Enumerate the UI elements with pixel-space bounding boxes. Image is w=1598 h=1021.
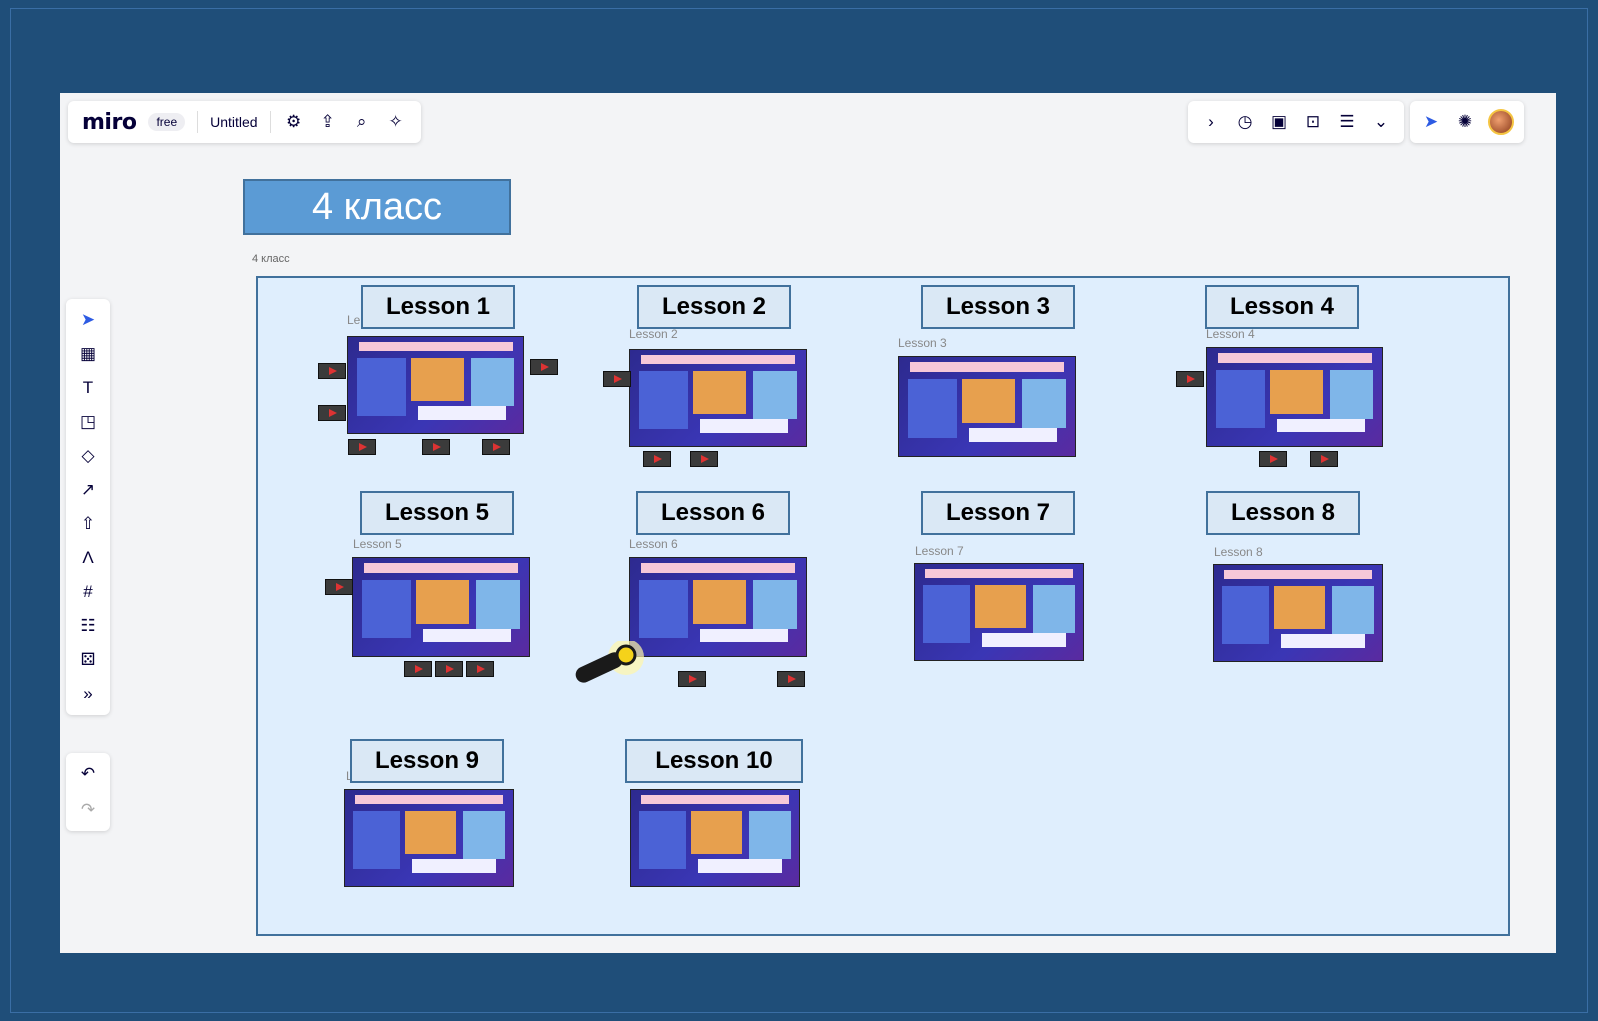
board-title-box[interactable]: 4 класс (243, 179, 511, 235)
search-icon[interactable]: ⌕ (351, 111, 373, 133)
lesson-4-slide[interactable] (1206, 347, 1383, 447)
settings-icon[interactable]: ⚙ (283, 111, 305, 133)
undo-icon[interactable]: ↶ (77, 763, 99, 785)
celebrate-icon[interactable]: ✺ (1454, 111, 1476, 133)
video-thumbnail[interactable] (603, 371, 631, 387)
video-thumbnail[interactable] (325, 579, 353, 595)
video-thumbnail[interactable] (777, 671, 805, 687)
chevron-right-icon[interactable]: › (1200, 111, 1222, 133)
video-thumbnail[interactable] (643, 451, 671, 467)
lesson-6-slide[interactable] (629, 557, 807, 657)
text-icon[interactable]: T (77, 377, 99, 399)
video-thumbnail[interactable] (482, 439, 510, 455)
plan-badge[interactable]: free (148, 113, 186, 131)
miro-canvas[interactable]: miro free Untitled ⚙ ⇪ ⌕ ✧ › ◷ ▣ ⊡ ☰ ⌄ ➤… (60, 93, 1556, 953)
lesson-sub-label: Lesson 8 (1214, 545, 1263, 559)
lesson-6-label[interactable]: Lesson 6 (636, 491, 790, 535)
sticky-note-icon[interactable]: ◳ (77, 411, 99, 433)
lesson-1-slide[interactable] (347, 336, 524, 434)
frame-icon[interactable]: # (77, 581, 99, 603)
video-thumbnail[interactable] (678, 671, 706, 687)
card-icon[interactable]: ▣ (1268, 111, 1290, 133)
lesson-sub-label: Lesson 5 (353, 537, 402, 551)
cursor-icon[interactable]: ➤ (1420, 111, 1442, 133)
apps-icon[interactable]: ⚄ (77, 649, 99, 671)
lesson-5-slide[interactable] (352, 557, 530, 657)
pen-icon[interactable]: Λ (77, 547, 99, 569)
left-toolbar: ➤ ▦ T ◳ ◇ ↗ ⇧ Λ # ☷ ⚄ » (66, 299, 110, 715)
lesson-sub-label: Lesson 6 (629, 537, 678, 551)
arrow-icon[interactable]: ↗ (77, 479, 99, 501)
chevrons-down-icon[interactable]: ⌄ (1370, 111, 1392, 133)
shapes-icon[interactable]: ◇ (77, 445, 99, 467)
frame-label[interactable]: 4 класс (252, 253, 290, 265)
lesson-3-label[interactable]: Lesson 3 (921, 285, 1075, 329)
video-thumbnail[interactable] (1310, 451, 1338, 467)
more-tools-icon[interactable]: » (77, 683, 99, 705)
video-thumbnail[interactable] (530, 359, 558, 375)
redo-icon[interactable]: ↷ (77, 799, 99, 821)
lesson-1-label[interactable]: Lesson 1 (361, 285, 515, 329)
video-thumbnail[interactable] (690, 451, 718, 467)
divider (197, 111, 199, 133)
lesson-2-label[interactable]: Lesson 2 (637, 285, 791, 329)
lesson-sub-label: Lesson 7 (915, 544, 964, 558)
lesson-sub-label: Lesson 4 (1206, 327, 1255, 341)
avatar[interactable] (1488, 109, 1514, 135)
lesson-10-label[interactable]: Lesson 10 (625, 739, 803, 783)
video-thumbnail[interactable] (404, 661, 432, 677)
video-thumbnail[interactable] (422, 439, 450, 455)
lesson-8-label[interactable]: Lesson 8 (1206, 491, 1360, 535)
select-icon[interactable]: ➤ (77, 309, 99, 331)
video-thumbnail[interactable] (466, 661, 494, 677)
upload-tool-icon[interactable]: ⇧ (77, 513, 99, 535)
lesson-sub-label: Lesson 3 (898, 336, 947, 350)
lesson-5-label[interactable]: Lesson 5 (360, 491, 514, 535)
video-thumbnail[interactable] (318, 405, 346, 421)
miro-logo[interactable]: miro (82, 110, 137, 135)
notes-icon[interactable]: ☰ (1336, 111, 1358, 133)
lesson-9-label[interactable]: Lesson 9 (350, 739, 504, 783)
top-left-toolbar: miro free Untitled ⚙ ⇪ ⌕ ✧ (68, 101, 421, 143)
video-thumbnail[interactable] (1176, 371, 1204, 387)
lesson-7-label[interactable]: Lesson 7 (921, 491, 1075, 535)
magic-icon[interactable]: ✧ (385, 111, 407, 133)
lesson-4-label[interactable]: Lesson 4 (1205, 285, 1359, 329)
video-thumbnail[interactable] (318, 363, 346, 379)
lesson-2-slide[interactable] (629, 349, 807, 447)
lesson-sub-label: Lesson 2 (629, 327, 678, 341)
lesson-sub-label: Le (347, 313, 361, 327)
divider (269, 111, 271, 133)
lesson-7-slide[interactable] (914, 563, 1084, 661)
video-thumbnail[interactable] (435, 661, 463, 677)
lesson-10-slide[interactable] (630, 789, 800, 887)
lesson-3-slide[interactable] (898, 356, 1076, 457)
comment-icon[interactable]: ☷ (77, 615, 99, 637)
upload-icon[interactable]: ⇪ (317, 111, 339, 133)
presentation-icon[interactable]: ⊡ (1302, 111, 1324, 133)
video-thumbnail[interactable] (1259, 451, 1287, 467)
undo-redo-toolbar: ↶ ↷ (66, 753, 110, 831)
template-icon[interactable]: ▦ (77, 343, 99, 365)
board-title[interactable]: Untitled (210, 114, 257, 130)
collaboration-toolbar: ➤ ✺ (1410, 101, 1524, 143)
video-thumbnail[interactable] (348, 439, 376, 455)
flashlight-image (575, 641, 644, 683)
lesson-8-slide[interactable] (1213, 564, 1383, 662)
timer-icon[interactable]: ◷ (1234, 111, 1256, 133)
lesson-9-slide[interactable] (344, 789, 514, 887)
top-right-toolbar: › ◷ ▣ ⊡ ☰ ⌄ (1188, 101, 1404, 143)
